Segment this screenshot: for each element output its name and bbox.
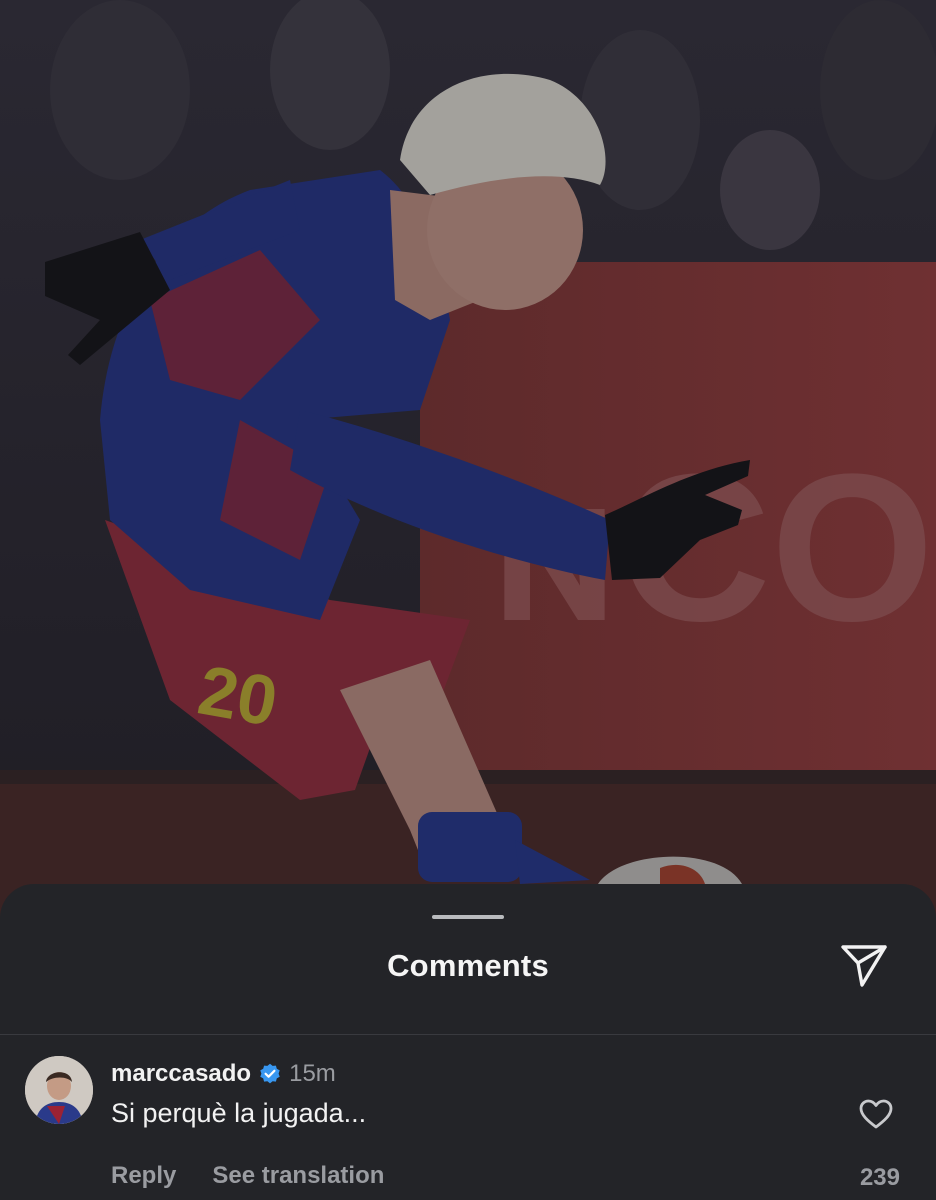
comment-text: Si perquè la jugada...	[111, 1098, 367, 1128]
photo-illustration: ɴCOP 20	[0, 0, 936, 930]
reply-button[interactable]: Reply	[111, 1162, 176, 1190]
sheet-grabber[interactable]	[432, 915, 504, 919]
comment-actions: Reply See translation	[111, 1162, 384, 1190]
comment-username[interactable]: marccasado	[111, 1060, 251, 1088]
see-translation-button[interactable]: See translation	[212, 1162, 384, 1190]
share-button[interactable]	[838, 942, 890, 990]
post-photo: ɴCOP 20	[0, 0, 936, 930]
avatar[interactable]	[25, 1056, 93, 1124]
comments-sheet: Comments marccasado 15m Si perquè la jug…	[0, 884, 936, 1200]
comment-timestamp: 15m	[289, 1060, 336, 1087]
like-count: 239	[859, 1164, 900, 1191]
screen: ɴCOP 20	[0, 0, 936, 1200]
like-button[interactable]	[856, 1094, 896, 1134]
svg-text:20: 20	[193, 651, 283, 741]
heart-outline-icon	[859, 1099, 893, 1129]
comment-header: marccasado 15m	[111, 1060, 336, 1088]
header-divider	[0, 1034, 936, 1035]
paper-plane-icon	[841, 945, 887, 987]
avatar-image	[25, 1056, 93, 1124]
sheet-title: Comments	[387, 948, 549, 983]
comment-item: marccasado 15m Si perquè la jugada... Re…	[0, 1054, 936, 1194]
verified-badge-icon	[260, 1063, 280, 1084]
